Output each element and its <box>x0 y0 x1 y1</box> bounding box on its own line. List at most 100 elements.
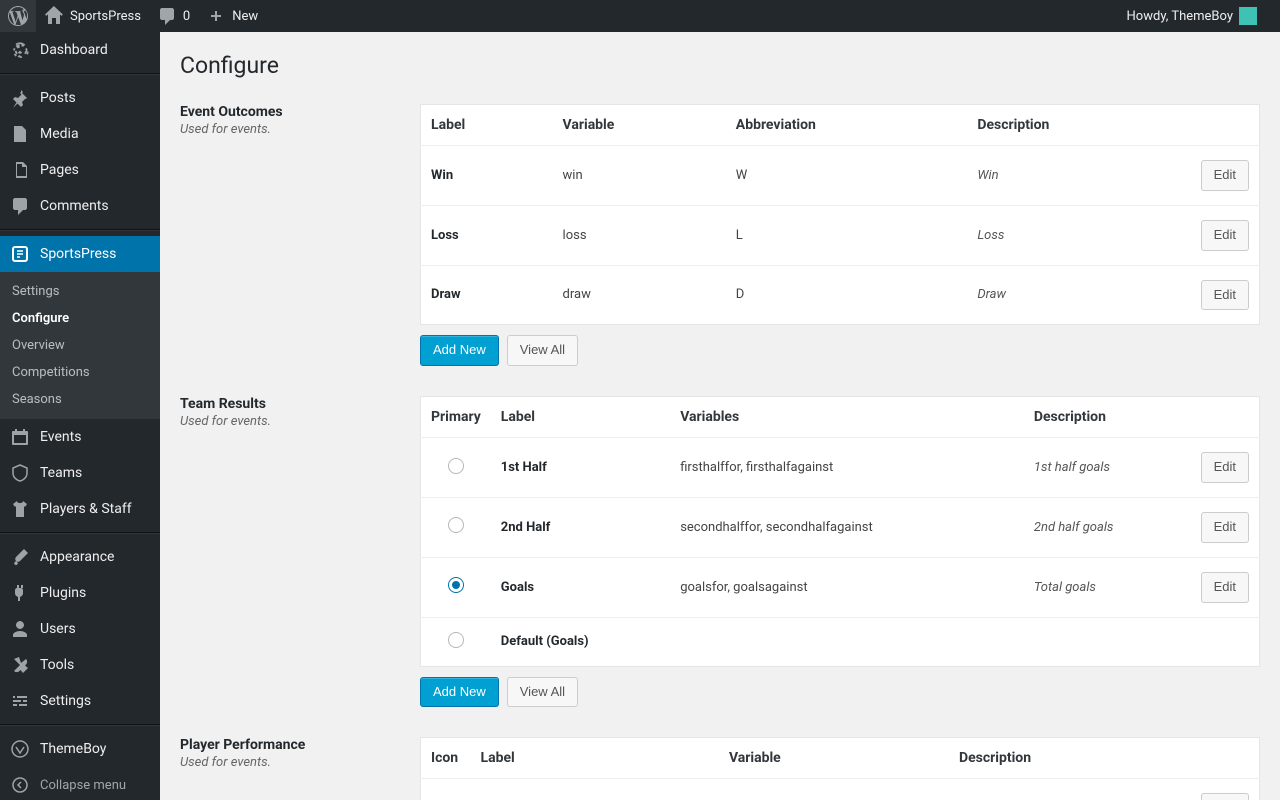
submenu-settings[interactable]: Settings <box>0 278 160 305</box>
table-row: Goals goalsfor, goalsagainst Total goals… <box>421 557 1260 617</box>
sidebar-item-posts[interactable]: Posts <box>0 80 160 116</box>
sidebar-item-teams[interactable]: Teams <box>0 455 160 491</box>
table-row: Draw draw D Draw Edit <box>421 265 1260 325</box>
primary-radio[interactable] <box>448 632 464 648</box>
sidebar-item-settings[interactable]: Settings <box>0 683 160 719</box>
sidebar-item-appearance[interactable]: Appearance <box>0 539 160 575</box>
edit-button[interactable]: Edit <box>1201 160 1249 191</box>
row-desc: Goals <box>949 779 1190 800</box>
account-link[interactable]: Howdy, ThemeBoy <box>1119 0 1265 32</box>
edit-button[interactable]: Edit <box>1201 280 1249 311</box>
team-results-tbody: 1st Half firsthalffor, firsthalfagainst … <box>421 438 1260 666</box>
table-row: Win win W Win Edit <box>421 146 1260 206</box>
submenu-configure[interactable]: Configure <box>0 305 160 332</box>
add-new-button[interactable]: Add New <box>420 677 499 708</box>
comment-icon <box>10 196 30 216</box>
primary-radio[interactable] <box>448 458 464 474</box>
submenu-competitions[interactable]: Competitions <box>0 359 160 386</box>
sidebar-item-events[interactable]: Events <box>0 419 160 455</box>
site-name-label: SportsPress <box>70 9 141 24</box>
outcomes-table: Label Variable Abbreviation Description … <box>420 104 1260 325</box>
row-abbr: D <box>726 265 968 325</box>
sportspress-submenu: Settings Configure Overview Competitions… <box>0 272 160 419</box>
row-edit: Edit <box>1190 557 1260 617</box>
sidebar-item-players[interactable]: Players & Staff <box>0 491 160 527</box>
sidebar-item-label: Dashboard <box>40 42 108 58</box>
row-edit <box>1190 617 1260 666</box>
sidebar-item-plugins[interactable]: Plugins <box>0 575 160 611</box>
row-desc: Total goals <box>1024 557 1190 617</box>
add-new-button[interactable]: Add New <box>420 335 499 366</box>
player-perf-tbody: Goals goals Goals Edit Assists assists A… <box>421 779 1260 800</box>
new-label: New <box>232 9 258 24</box>
row-desc <box>1024 617 1190 666</box>
section-subtitle: Used for events. <box>180 755 400 770</box>
plus-icon <box>206 6 226 26</box>
row-abbr: W <box>726 146 968 206</box>
sidebar-item-dashboard[interactable]: Dashboard <box>0 32 160 68</box>
primary-radio[interactable] <box>448 517 464 533</box>
shirt-icon <box>10 499 30 519</box>
wordpress-icon <box>8 6 28 26</box>
howdy-label: Howdy, ThemeBoy <box>1127 9 1233 24</box>
collapse-icon <box>10 775 30 795</box>
edit-button[interactable]: Edit <box>1201 452 1249 483</box>
row-variables: firsthalffor, firsthalfagainst <box>670 438 1024 498</box>
section-title: Team Results <box>180 396 400 412</box>
sidebar-item-label: Posts <box>40 90 76 106</box>
sidebar-item-label: Pages <box>40 162 79 178</box>
sidebar-item-tools[interactable]: Tools <box>0 647 160 683</box>
themeboy-icon <box>10 739 30 759</box>
user-icon <box>10 619 30 639</box>
primary-radio[interactable] <box>448 577 464 593</box>
section-team-results: Team Results Used for events. Primary La… <box>180 396 1260 707</box>
col-variable: Variable <box>553 105 726 146</box>
row-label: Loss <box>421 205 553 265</box>
col-variables: Variables <box>670 397 1024 438</box>
edit-button[interactable]: Edit <box>1201 793 1249 800</box>
main-content: Configure Event Outcomes Used for events… <box>160 32 1280 800</box>
col-label: Label <box>491 397 670 438</box>
edit-button[interactable]: Edit <box>1201 220 1249 251</box>
new-content-link[interactable]: New <box>198 0 266 32</box>
sidebar-item-label: Plugins <box>40 585 86 601</box>
submenu-seasons[interactable]: Seasons <box>0 386 160 413</box>
wrench-icon <box>10 655 30 675</box>
view-all-button[interactable]: View All <box>507 677 578 708</box>
sidebar-item-comments[interactable]: Comments <box>0 188 160 224</box>
sidebar-item-themeboy[interactable]: ThemeBoy <box>0 731 160 767</box>
table-row: Default (Goals) <box>421 617 1260 666</box>
sidebar-item-users[interactable]: Users <box>0 611 160 647</box>
col-desc: Description <box>949 738 1190 779</box>
row-variable: goals <box>719 779 949 800</box>
team-results-table: Primary Label Variables Description 1st … <box>420 396 1260 666</box>
collapse-menu[interactable]: Collapse menu <box>0 767 160 800</box>
col-icon: Icon <box>421 738 471 779</box>
row-variables: goalsfor, goalsagainst <box>670 557 1024 617</box>
collapse-label: Collapse menu <box>40 778 126 793</box>
table-row: 2nd Half secondhalffor, secondhalfagains… <box>421 497 1260 557</box>
sidebar-item-label: Players & Staff <box>40 501 132 517</box>
sidebar-item-pages[interactable]: Pages <box>0 152 160 188</box>
table-row: Goals goals Goals Edit <box>421 779 1260 800</box>
row-label: Default (Goals) <box>491 617 670 666</box>
outcomes-tbody: Win win W Win Edit Loss loss L Loss Edit <box>421 146 1260 325</box>
edit-button[interactable]: Edit <box>1201 512 1249 543</box>
row-label: Draw <box>421 265 553 325</box>
view-all-button[interactable]: View All <box>507 335 578 366</box>
site-name-link[interactable]: SportsPress <box>36 0 149 32</box>
row-variables <box>670 617 1024 666</box>
col-desc: Description <box>967 105 1189 146</box>
wp-logo[interactable] <box>0 0 36 32</box>
sidebar-item-media[interactable]: Media <box>0 116 160 152</box>
sliders-icon <box>10 691 30 711</box>
home-icon <box>44 6 64 26</box>
col-primary: Primary <box>421 397 491 438</box>
sidebar-item-sportspress[interactable]: SportsPress <box>0 236 160 272</box>
edit-button[interactable]: Edit <box>1201 572 1249 603</box>
submenu-overview[interactable]: Overview <box>0 332 160 359</box>
row-variable: loss <box>553 205 726 265</box>
comments-link[interactable]: 0 <box>149 0 198 32</box>
row-desc: 1st half goals <box>1024 438 1190 498</box>
row-desc: 2nd half goals <box>1024 497 1190 557</box>
